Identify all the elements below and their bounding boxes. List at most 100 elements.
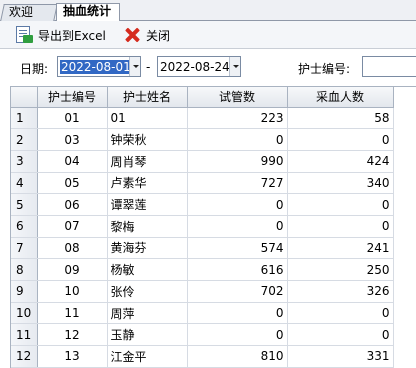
- tab-strip: 欢迎 抽血统计: [0, 0, 416, 22]
- nurse-name-cell[interactable]: 周萍: [107, 302, 188, 325]
- row-number-cell[interactable]: 5: [11, 193, 38, 216]
- nurse-id-cell[interactable]: 03: [37, 128, 108, 151]
- nurse-id-cell[interactable]: 11: [37, 302, 108, 325]
- row-number-cell[interactable]: 1: [11, 107, 38, 130]
- people-count-cell[interactable]: 0: [287, 215, 394, 238]
- table-row[interactable]: 10 11 周萍 0 0: [11, 302, 394, 325]
- tube-count-cell[interactable]: 223: [187, 107, 288, 130]
- people-count-cell[interactable]: 326: [287, 280, 394, 303]
- nurse-id-cell[interactable]: 09: [37, 258, 108, 281]
- close-label: 关闭: [146, 28, 171, 43]
- nurse-id-input[interactable]: [362, 56, 416, 77]
- nurse-id-cell[interactable]: 08: [37, 237, 108, 260]
- row-number-cell[interactable]: 9: [11, 280, 38, 303]
- row-number-cell[interactable]: 8: [11, 258, 38, 281]
- start-date-value: 2022-08-01: [60, 59, 129, 74]
- export-excel-label: 导出到Excel: [38, 28, 106, 43]
- table-row[interactable]: 3 04 周肖琴 990 424: [11, 150, 394, 173]
- table-row[interactable]: 6 07 黎梅 0 0: [11, 215, 394, 238]
- tube-count-cell[interactable]: 0: [187, 193, 288, 216]
- table-row[interactable]: 1 01 01 223 58: [11, 107, 394, 130]
- row-number-cell[interactable]: 2: [11, 128, 38, 151]
- column-header-nurse-name[interactable]: 护士姓名: [107, 87, 188, 108]
- nurse-id-label: 护士编号:: [298, 62, 351, 76]
- nurse-name-cell[interactable]: 卢素华: [107, 172, 188, 195]
- row-number-cell[interactable]: 4: [11, 172, 38, 195]
- nurse-name-cell[interactable]: 玉静: [107, 323, 188, 347]
- tab-welcome[interactable]: 欢迎: [0, 4, 58, 21]
- nurse-name-cell[interactable]: 钟荣秋: [107, 128, 188, 151]
- nurse-id-cell[interactable]: 05: [37, 172, 108, 195]
- column-header-nurse-id[interactable]: 护士编号: [37, 87, 108, 108]
- tube-count-cell[interactable]: 990: [187, 150, 288, 173]
- people-count-cell[interactable]: 424: [287, 150, 394, 173]
- tube-count-cell[interactable]: 0: [187, 215, 288, 238]
- nurse-id-cell[interactable]: 06: [37, 193, 108, 216]
- nurse-id-cell[interactable]: 04: [37, 150, 108, 173]
- row-number-cell[interactable]: 11: [11, 323, 38, 347]
- export-excel-button[interactable]: 导出到Excel: [12, 24, 109, 46]
- start-date-picker[interactable]: 2022-08-01: [57, 56, 141, 77]
- table-row[interactable]: 11 12 玉静 0 0: [11, 323, 394, 347]
- nurse-id-cell[interactable]: 10: [37, 280, 108, 303]
- nurse-name-cell[interactable]: 杨敏: [107, 258, 188, 281]
- tube-count-cell[interactable]: 0: [187, 302, 288, 325]
- people-count-cell[interactable]: 0: [287, 302, 394, 325]
- close-button[interactable]: 关闭: [120, 24, 173, 46]
- nurse-id-cell[interactable]: 01: [37, 107, 108, 130]
- people-count-cell[interactable]: 241: [287, 237, 394, 260]
- row-number-cell[interactable]: 12: [11, 345, 38, 368]
- nurse-id-cell[interactable]: 12: [37, 323, 108, 347]
- nurse-name-cell[interactable]: 黎梅: [107, 215, 188, 238]
- tube-count-cell[interactable]: 616: [187, 258, 288, 281]
- tube-count-cell[interactable]: 810: [187, 345, 288, 368]
- nurse-id-cell[interactable]: 13: [37, 345, 108, 368]
- nurse-name-cell[interactable]: 江金平: [107, 345, 188, 368]
- nurse-name-cell[interactable]: 01: [107, 107, 188, 130]
- people-count-cell[interactable]: 250: [287, 258, 394, 281]
- tube-count-cell[interactable]: 702: [187, 280, 288, 303]
- nurse-name-cell[interactable]: 张伶: [107, 280, 188, 303]
- row-number-cell[interactable]: 7: [11, 237, 38, 260]
- stats-grid[interactable]: 护士编号 护士姓名 试管数 采血人数 1 01 01 223 58 2 03 钟荣秋 0 0 3 04…: [10, 86, 416, 368]
- excel-export-icon: [15, 26, 33, 44]
- nurse-name-cell[interactable]: 谭翠莲: [107, 193, 188, 216]
- people-count-cell[interactable]: 58: [287, 107, 394, 130]
- column-header-tube-count[interactable]: 试管数: [187, 87, 288, 108]
- date-range-dash: -: [146, 60, 151, 74]
- tube-count-cell[interactable]: 0: [187, 323, 288, 347]
- people-count-cell[interactable]: 0: [287, 128, 394, 151]
- table-row[interactable]: 8 09 杨敏 616 250: [11, 258, 394, 281]
- date-label: 日期:: [20, 62, 49, 76]
- end-date-dropdown-icon[interactable]: [229, 57, 240, 76]
- table-row[interactable]: 2 03 钟荣秋 0 0: [11, 128, 394, 151]
- toolbar: 导出到Excel 关闭: [0, 21, 416, 49]
- nurse-name-cell[interactable]: 周肖琴: [107, 150, 188, 173]
- grid-header-row: 护士编号 护士姓名 试管数 采血人数: [11, 87, 394, 108]
- close-icon: [123, 26, 141, 44]
- tube-count-cell[interactable]: 727: [187, 172, 288, 195]
- table-row[interactable]: 7 08 黄海芬 574 241: [11, 237, 394, 260]
- people-count-cell[interactable]: 0: [287, 323, 394, 347]
- table-row[interactable]: 5 06 谭翠莲 0 0: [11, 193, 394, 216]
- row-number-cell[interactable]: 3: [11, 150, 38, 173]
- table-row[interactable]: 12 13 江金平 810 331: [11, 345, 394, 368]
- nurse-id-cell[interactable]: 07: [37, 215, 108, 238]
- tab-blood-stats[interactable]: 抽血统计: [56, 3, 120, 22]
- tube-count-cell[interactable]: 574: [187, 237, 288, 260]
- row-number-cell[interactable]: 6: [11, 215, 38, 238]
- row-number-cell[interactable]: 10: [11, 302, 38, 325]
- end-date-value: 2022-08-24: [160, 59, 229, 74]
- filter-bar: 日期: 2022-08-01 - 2022-08-24 护士编号:: [0, 49, 416, 85]
- start-date-dropdown-icon[interactable]: [129, 57, 140, 76]
- people-count-cell[interactable]: 0: [287, 193, 394, 216]
- end-date-picker[interactable]: 2022-08-24: [157, 56, 241, 77]
- people-count-cell[interactable]: 331: [287, 345, 394, 368]
- tab-welcome-label: 欢迎: [9, 5, 34, 19]
- table-row[interactable]: 9 10 张伶 702 326: [11, 280, 394, 303]
- column-header-people-count[interactable]: 采血人数: [287, 87, 394, 108]
- people-count-cell[interactable]: 340: [287, 172, 394, 195]
- nurse-name-cell[interactable]: 黄海芬: [107, 237, 188, 260]
- table-row[interactable]: 4 05 卢素华 727 340: [11, 172, 394, 195]
- tube-count-cell[interactable]: 0: [187, 128, 288, 151]
